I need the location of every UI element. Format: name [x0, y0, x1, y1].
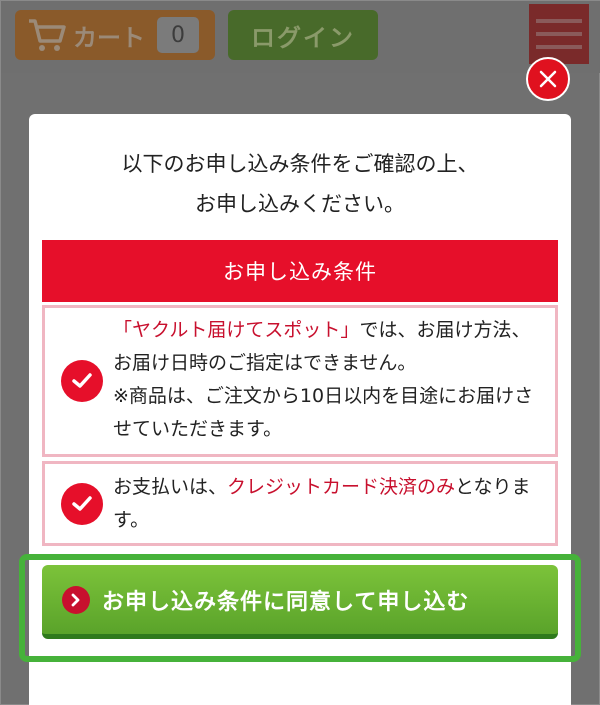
- hamburger-icon: [536, 19, 582, 23]
- cart-label: カート: [73, 23, 145, 52]
- condition-highlight: 「ヤクルト届けてスポット」: [113, 319, 360, 341]
- condition-text: お支払いは、クレジットカード決済のみとなります。: [113, 476, 531, 531]
- condition-item: 「ヤクルト届けてスポット」では、お届け方法、お届け日時のご指定はできません。 ※…: [42, 305, 558, 457]
- menu-button[interactable]: [529, 4, 589, 64]
- agree-button-label: お申し込み条件に同意して申し込む: [102, 589, 470, 615]
- agree-and-apply-button[interactable]: お申し込み条件に同意して申し込む: [42, 565, 558, 639]
- modal-intro: 以下のお申し込み条件をご確認の上、 お申し込みください。: [121, 152, 479, 216]
- chevron-right-icon: [62, 585, 90, 614]
- check-icon: [61, 483, 103, 525]
- condition-highlight: クレジットカード決済のみ: [227, 476, 456, 498]
- check-icon: [61, 360, 103, 402]
- close-icon: [539, 70, 557, 88]
- cart-count-badge: 0: [157, 17, 199, 53]
- cart-icon: [29, 19, 66, 51]
- page-header: カート 0 ログイン: [1, 1, 600, 73]
- login-button[interactable]: ログイン: [228, 10, 378, 60]
- conditions-modal: 以下のお申し込み条件をご確認の上、 お申し込みください。 お申し込み条件 「ヤク…: [19, 114, 581, 705]
- condition-item: お支払いは、クレジットカード決済のみとなります。: [42, 461, 558, 546]
- cart-button[interactable]: カート 0: [15, 10, 215, 60]
- condition-text: 「ヤクルト届けてスポット」では、お届け方法、お届け日時のご指定はできません。 ※…: [113, 319, 534, 440]
- close-modal-button[interactable]: [526, 57, 570, 101]
- conditions-title: お申し込み条件: [42, 240, 558, 302]
